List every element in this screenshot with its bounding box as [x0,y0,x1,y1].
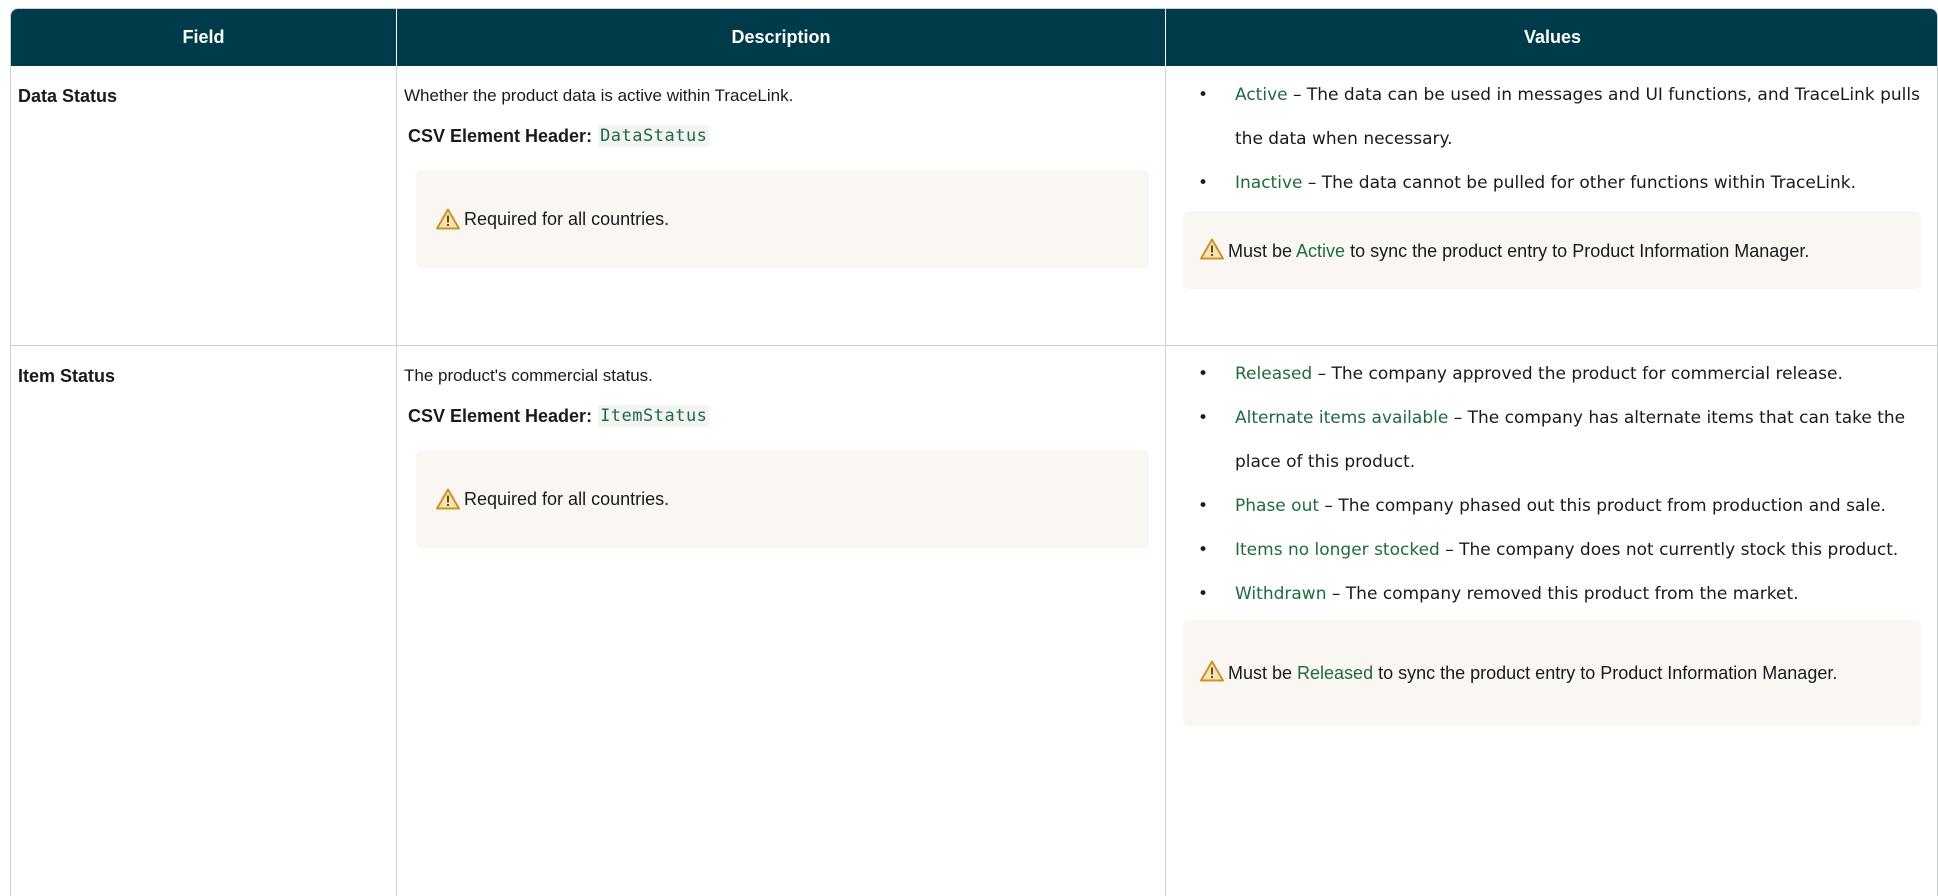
value-text: – The company phased out this product fr… [1319,496,1886,516]
table-header-row: Field Description Values [11,9,1937,66]
required-note-text: Required for all countries. [464,208,670,229]
table-row: Item Status The product's commercial sta… [11,346,1937,896]
bullet: • [1198,584,1209,604]
list-item: • Active – The data can be used in messa… [1184,73,1927,161]
csv-header-label: CSV Element Header: [408,405,593,426]
csv-header-code: DataStatus [598,125,710,147]
bullet: • [1198,496,1209,516]
value-text: – The data cannot be pulled for other fu… [1302,173,1857,193]
value-term: Phase out [1235,496,1320,516]
value-term: Items no longer stocked [1235,540,1440,560]
value-term: Released [1235,364,1313,384]
value-text: – The company does not currently stock t… [1439,540,1899,560]
value-text: – The company approved the product for c… [1312,364,1843,384]
values-list: • Released – The company approved the pr… [1184,346,1927,616]
value-note: Must be Released to sync the product ent… [1183,620,1921,726]
description-text: The product's commercial status. [404,366,653,385]
warning-triangle-icon [1200,660,1224,682]
description-cell: The product's commercial status. CSV Ele… [396,346,1165,896]
value-note-term: Released [1297,663,1374,683]
required-note-text: Required for all countries. [464,488,670,509]
values-list: • Active – The data can be used in messa… [1184,66,1927,205]
bullet: • [1198,173,1209,193]
value-term: Alternate items available [1235,408,1449,428]
bullet: • [1198,364,1209,384]
value-note-after: to sync the product entry to Product Inf… [1373,663,1838,683]
value-note-before: Must be [1228,241,1297,261]
values-cell: • Active – The data can be used in messa… [1165,66,1937,346]
fields-table: Field Description Values Data Status Whe… [10,8,1938,896]
bullet: • [1198,540,1209,560]
bullet: • [1198,85,1209,105]
value-term: Inactive [1235,173,1303,193]
list-item: • Alternate items available – The compan… [1184,396,1927,484]
field-name: Item Status [18,366,116,386]
description-cell: Whether the product data is active withi… [396,66,1165,346]
value-note-before: Must be [1228,663,1298,683]
header-field: Field [11,9,396,66]
bullet: • [1198,408,1209,428]
header-description: Description [396,9,1165,66]
description-text: Whether the product data is active withi… [404,86,794,105]
list-item: • Withdrawn – The company removed this p… [1184,572,1927,616]
table-row: Data Status Whether the product data is … [11,66,1937,346]
value-note-term: Active [1296,241,1346,261]
value-note-after: to sync the product entry to Product Inf… [1345,241,1810,261]
field-cell: Item Status [11,346,396,896]
required-note: Required for all countries. [416,450,1149,548]
value-text: – The company removed this product from … [1326,584,1799,604]
list-item: • Inactive – The data cannot be pulled f… [1184,161,1927,205]
header-values: Values [1165,9,1937,66]
value-text: – The data can be used in messages and U… [1235,85,1920,149]
warning-triangle-icon [436,488,460,510]
warning-triangle-icon [1200,238,1224,260]
value-note: Must be Active to sync the product entry… [1183,211,1921,289]
value-term: Withdrawn [1235,584,1327,604]
csv-header-line: CSV Element Header: ItemStatus [408,405,1151,427]
csv-header-label: CSV Element Header: [408,125,593,146]
value-term: Active [1235,85,1288,105]
required-note: Required for all countries. [416,170,1149,268]
csv-header-code: ItemStatus [598,405,710,427]
csv-header-line: CSV Element Header: DataStatus [408,125,1151,147]
values-cell: • Released – The company approved the pr… [1165,346,1937,896]
field-name: Data Status [18,86,118,106]
list-item: • Released – The company approved the pr… [1184,352,1927,396]
warning-triangle-icon [436,208,460,230]
field-cell: Data Status [11,66,396,346]
list-item: • Phase out – The company phased out thi… [1184,484,1927,528]
list-item: • Items no longer stocked – The company … [1184,528,1927,572]
